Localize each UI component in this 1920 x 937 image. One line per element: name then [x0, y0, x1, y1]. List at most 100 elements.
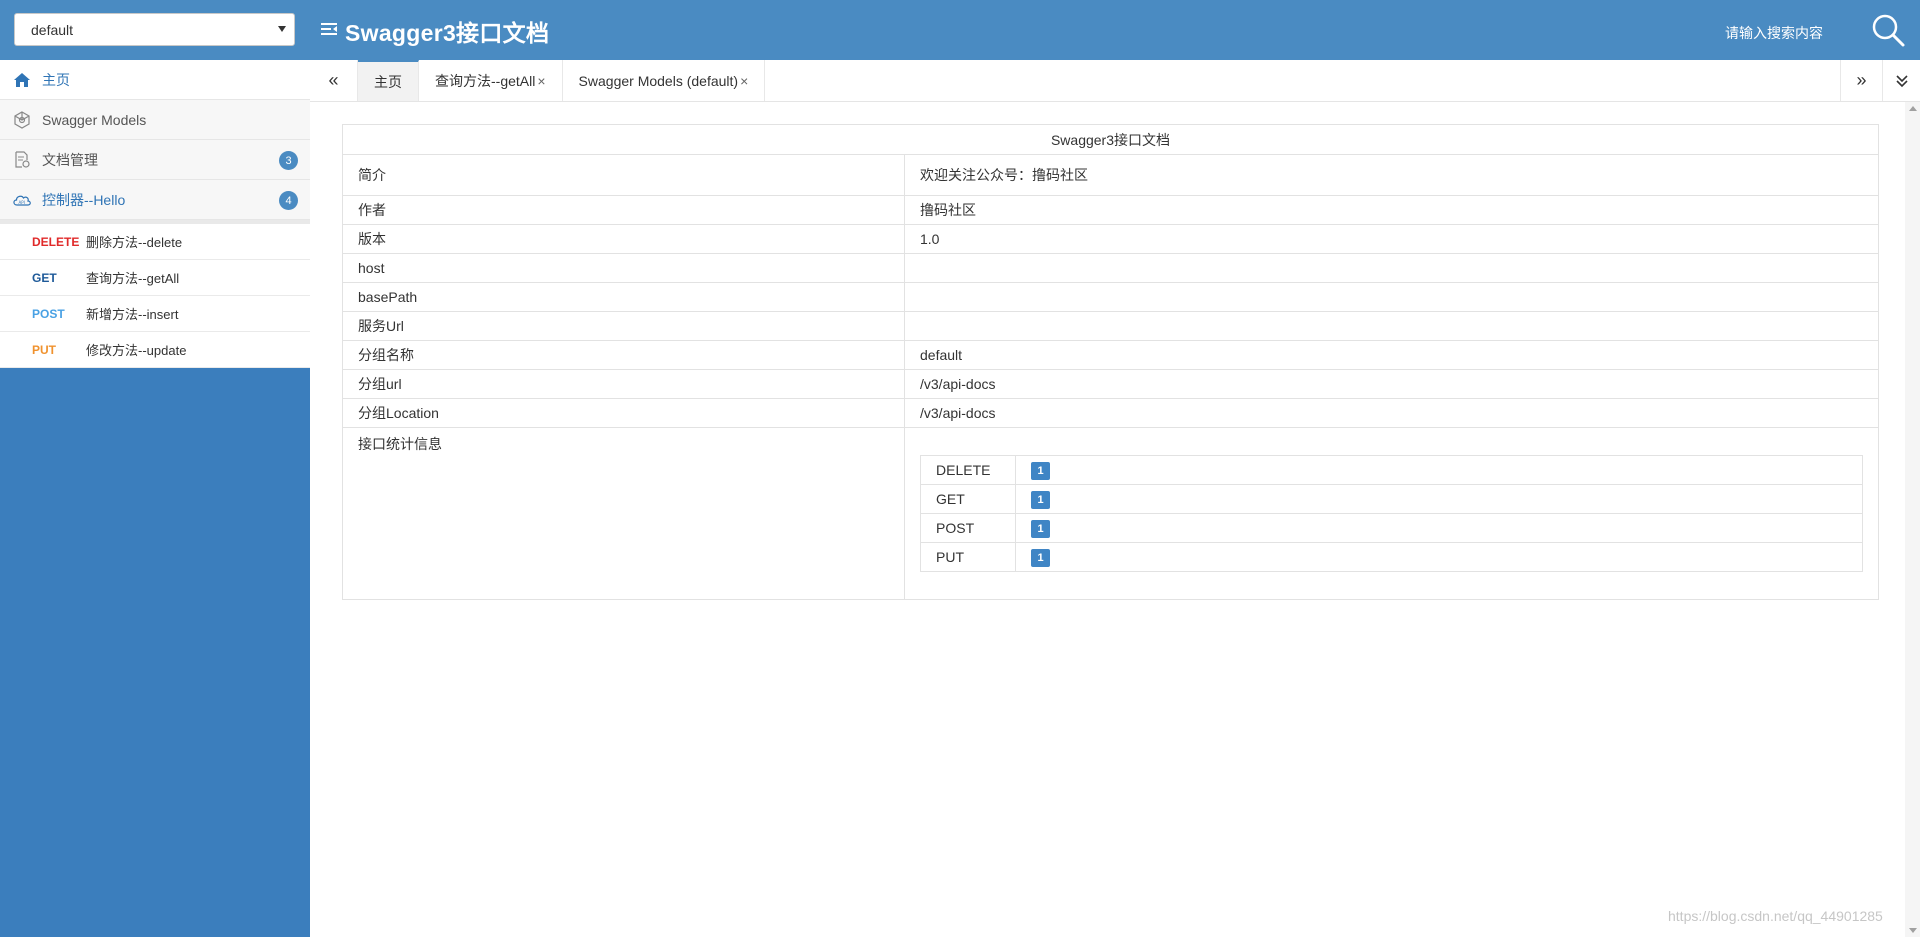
tab-home[interactable]: 主页 — [358, 60, 419, 101]
table-title: Swagger3接口文档 — [342, 124, 1879, 155]
table-row: 简介 欢迎关注公众号：撸码社区 — [342, 154, 1879, 196]
stats-row: DELETE 1 — [920, 455, 1863, 485]
api-info-table: Swagger3接口文档 简介 欢迎关注公众号：撸码社区 作者 撸码社区 版本 … — [342, 124, 1879, 600]
count-badge: 1 — [1031, 519, 1050, 538]
sidebar-item-document-management[interactable]: 文档管理 3 — [0, 140, 310, 180]
table-row: 版本 1.0 — [342, 224, 1879, 254]
info-key: basePath — [342, 282, 905, 312]
svg-text:API: API — [19, 200, 25, 205]
sidebar-item-label: Swagger Models — [42, 111, 147, 128]
stats-count-cell: 1 — [1015, 513, 1863, 543]
tab-label: 主页 — [374, 73, 402, 90]
count-badge: 3 — [279, 151, 298, 170]
table-row: 接口统计信息 DELETE 1 GET 1 POST 1 PUT 1 — [342, 427, 1879, 600]
group-select[interactable]: default — [14, 13, 295, 46]
stats-count-cell: 1 — [1015, 455, 1863, 485]
count-badge: 1 — [1031, 461, 1050, 480]
info-key: 作者 — [342, 195, 905, 225]
sidebar-item-controller-hello[interactable]: API 控制器--Hello 4 — [0, 180, 310, 220]
info-value: default — [904, 340, 1879, 370]
search-icon[interactable] — [1870, 12, 1906, 48]
stats-count-cell: 1 — [1015, 542, 1863, 572]
top-header: default Swagger3接口文档 请输入搜索内容 — [0, 0, 1920, 60]
cube-icon — [12, 110, 32, 130]
sidebar-item-swagger-models[interactable]: Swagger Models — [0, 100, 310, 140]
endpoint-list: DELETE 删除方法--delete GET 查询方法--getAll POS… — [0, 220, 310, 368]
sidebar: 主页 Swagger Models 文档管理 3 API 控制器--Hello … — [0, 60, 310, 937]
endpoint-item-put[interactable]: PUT 修改方法--update — [0, 332, 310, 368]
tab-scroll-right-button[interactable]: » — [1840, 60, 1882, 101]
tab-getall[interactable]: 查询方法--getAll × — [419, 60, 563, 101]
watermark-text: https://blog.csdn.net/qq_44901285 — [1668, 908, 1883, 924]
info-value: 撸码社区 — [904, 195, 1879, 225]
page-title: Swagger3接口文档 — [345, 20, 550, 46]
sidebar-item-home[interactable]: 主页 — [0, 60, 310, 100]
table-row: 分组Location /v3/api-docs — [342, 398, 1879, 428]
tab-scroll-left-button[interactable]: « — [310, 60, 358, 101]
endpoint-item-get[interactable]: GET 查询方法--getAll — [0, 260, 310, 296]
info-key: 分组名称 — [342, 340, 905, 370]
count-badge: 1 — [1031, 490, 1050, 509]
sidebar-item-label: 主页 — [42, 71, 70, 88]
info-value — [904, 282, 1879, 312]
info-value: 1.0 — [904, 224, 1879, 254]
stats-method: GET — [920, 484, 1016, 514]
main-content: Swagger3接口文档 简介 欢迎关注公众号：撸码社区 作者 撸码社区 版本 … — [342, 124, 1879, 600]
sidebar-item-label: 文档管理 — [42, 151, 98, 168]
endpoint-item-post[interactable]: POST 新增方法--insert — [0, 296, 310, 332]
sidebar-item-label: 控制器--Hello — [42, 191, 126, 208]
endpoint-item-delete[interactable]: DELETE 删除方法--delete — [0, 224, 310, 260]
info-value: 欢迎关注公众号：撸码社区 — [904, 154, 1879, 196]
stats-row: GET 1 — [920, 484, 1863, 514]
group-select-value: default — [31, 21, 74, 38]
info-value: /v3/api-docs — [904, 369, 1879, 399]
table-row: 分组url /v3/api-docs — [342, 369, 1879, 399]
method-badge: DELETE — [32, 234, 80, 249]
info-key: 版本 — [342, 224, 905, 254]
tab-menu-button[interactable] — [1882, 60, 1920, 101]
info-value: /v3/api-docs — [904, 398, 1879, 428]
vertical-scrollbar[interactable] — [1905, 102, 1920, 937]
info-key: host — [342, 253, 905, 283]
endpoint-name: 查询方法--getAll — [86, 271, 180, 286]
method-badge: PUT — [32, 342, 56, 357]
info-key: 服务Url — [342, 311, 905, 341]
tab-label: Swagger Models (default) — [578, 72, 739, 89]
stats-row: PUT 1 — [920, 542, 1863, 572]
endpoint-name: 删除方法--delete — [86, 235, 183, 250]
info-key: 简介 — [342, 154, 905, 196]
search-input[interactable]: 请输入搜索内容 — [1725, 23, 1823, 43]
info-key: 接口统计信息 — [342, 427, 905, 600]
stats-method: DELETE — [920, 455, 1016, 485]
table-row: 分组名称 default — [342, 340, 1879, 370]
table-row: 作者 撸码社区 — [342, 195, 1879, 225]
stats-method: PUT — [920, 542, 1016, 572]
info-value — [904, 311, 1879, 341]
info-key: 分组Location — [342, 398, 905, 428]
method-badge: POST — [32, 306, 65, 321]
scroll-down-arrow-icon[interactable] — [1909, 928, 1917, 933]
stats-count-cell: 1 — [1015, 484, 1863, 514]
table-row: host — [342, 253, 1879, 283]
info-value — [904, 253, 1879, 283]
menu-toggle-icon[interactable] — [320, 20, 338, 38]
count-badge: 1 — [1031, 548, 1050, 567]
table-row: 服务Url — [342, 311, 1879, 341]
method-badge: GET — [32, 270, 57, 285]
table-row: basePath — [342, 282, 1879, 312]
info-key: 分组url — [342, 369, 905, 399]
chevron-down-icon — [278, 26, 286, 32]
endpoint-name: 修改方法--update — [86, 343, 187, 358]
double-chevron-down-icon — [1895, 74, 1908, 87]
tab-swagger-models[interactable]: Swagger Models (default) × — [563, 60, 766, 101]
scroll-up-arrow-icon[interactable] — [1909, 106, 1917, 111]
cloud-icon: API — [12, 190, 32, 210]
close-icon[interactable]: × — [537, 73, 545, 89]
stats-row: POST 1 — [920, 513, 1863, 543]
info-value: DELETE 1 GET 1 POST 1 PUT 1 — [904, 427, 1879, 600]
document-settings-icon — [12, 150, 32, 170]
endpoint-name: 新增方法--insert — [86, 307, 179, 322]
count-badge: 4 — [279, 191, 298, 210]
close-icon[interactable]: × — [740, 73, 748, 89]
endpoint-stats-table: DELETE 1 GET 1 POST 1 PUT 1 — [920, 455, 1863, 572]
